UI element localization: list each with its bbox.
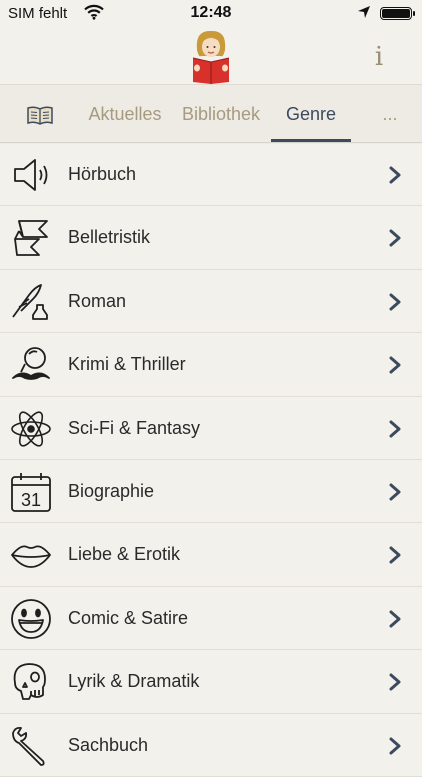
chevron-right-icon [388, 166, 402, 184]
app-header: i [0, 28, 422, 84]
chevron-right-icon [388, 673, 402, 691]
genre-label: Biographie [68, 480, 155, 501]
tab-bar: Aktuelles Bibliothek Genre ... [0, 84, 422, 144]
smiley-icon [9, 598, 53, 640]
chevron-right-icon [388, 356, 402, 374]
magnifier-mustache-icon [9, 344, 53, 386]
genre-row-biographie[interactable]: 31 Biographie [0, 460, 422, 524]
chevron-right-icon [388, 229, 402, 247]
genre-label: Comic & Satire [68, 607, 189, 628]
genre-row-liebe[interactable]: Liebe & Erotik [0, 523, 422, 587]
genre-label: Roman [68, 290, 127, 311]
genre-row-krimi[interactable]: Krimi & Thriller [0, 333, 422, 397]
tab-genre[interactable]: Genre [271, 85, 351, 143]
tab-more[interactable]: ... [370, 85, 410, 143]
tab-books[interactable] [14, 85, 66, 143]
genre-list: Hörbuch Belletristik Roman Krimi & Thril… [0, 143, 422, 777]
info-button[interactable]: i [369, 42, 389, 72]
chevron-right-icon [388, 293, 402, 311]
quill-ink-icon [9, 281, 53, 323]
atom-icon [9, 408, 53, 450]
genre-row-comic[interactable]: Comic & Satire [0, 587, 422, 651]
genre-row-belletristik[interactable]: Belletristik [0, 206, 422, 270]
calendar-icon: 31 [9, 471, 53, 513]
genre-label: Hörbuch [68, 164, 137, 184]
svg-text:31: 31 [21, 490, 41, 510]
chevron-right-icon [388, 420, 402, 438]
speaker-icon [9, 154, 53, 196]
genre-row-scifi[interactable]: Sci-Fi & Fantasy [0, 397, 422, 460]
chevron-right-icon [388, 610, 402, 628]
tab-aktuelles[interactable]: Aktuelles [84, 85, 166, 143]
location-arrow-icon [357, 5, 371, 23]
tab-bibliothek[interactable]: Bibliothek [176, 85, 266, 143]
open-book-icon [27, 104, 53, 126]
battery-icon [380, 7, 415, 20]
genre-row-lyrik[interactable]: Lyrik & Dramatik [0, 650, 422, 714]
lips-icon [9, 534, 53, 576]
status-bar: SIM fehlt 12:48 [0, 0, 422, 28]
reading-girl-logo [187, 28, 235, 88]
genre-label: Sci-Fi & Fantasy [68, 417, 201, 438]
genre-label: Belletristik [68, 227, 151, 248]
chevron-right-icon [388, 483, 402, 501]
chevron-right-icon [388, 546, 402, 564]
wrench-icon [9, 725, 53, 767]
genre-label: Liebe & Erotik [68, 544, 181, 565]
genre-row-hoerbuch[interactable]: Hörbuch [0, 143, 422, 207]
genre-label: Lyrik & Dramatik [68, 671, 200, 692]
genre-row-sachbuch[interactable]: Sachbuch [0, 714, 422, 777]
skull-icon [9, 661, 53, 703]
ribbon-icon [9, 217, 53, 259]
chevron-right-icon [388, 737, 402, 755]
genre-label: Sachbuch [68, 734, 149, 755]
genre-row-roman[interactable]: Roman [0, 270, 422, 334]
genre-label: Krimi & Thriller [68, 354, 186, 375]
